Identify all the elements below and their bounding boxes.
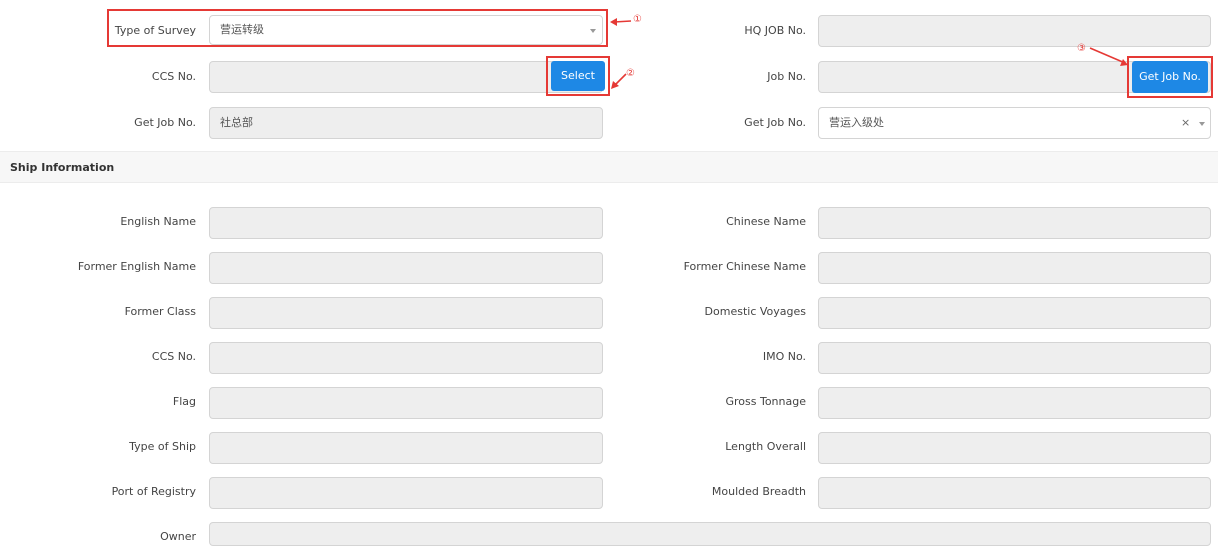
former-chinese-name-field[interactable] [818,252,1211,284]
owner-field[interactable] [209,522,1211,546]
english-name-label: English Name [120,215,196,228]
port-of-registry-label: Port of Registry [111,485,196,498]
chinese-name-label: Chinese Name [726,215,806,228]
get-job-no-left-field[interactable]: 社总部 [209,107,603,139]
domestic-voyages-field[interactable] [818,297,1211,329]
chinese-name-field[interactable] [818,207,1211,239]
annotation-arrows [610,18,1128,89]
get-job-no-right-value: 营运入级处 [829,116,884,129]
section-title: Ship Information [10,161,115,174]
former-english-name-label: Former English Name [77,260,196,273]
former-class-label: Former Class [124,305,196,318]
domestic-voyages-label: Domestic Voyages [704,305,806,318]
gross-tonnage-label: Gross Tonnage [725,395,806,408]
flag-label: Flag [172,395,196,408]
imo-no-label: IMO No. [762,350,806,363]
owner-label: Owner [160,530,196,543]
former-english-name-field[interactable] [209,252,603,284]
english-name-field[interactable] [209,207,603,239]
get-job-no-right-label: Get Job No. [744,116,806,129]
former-chinese-name-label: Former Chinese Name [683,260,806,273]
port-of-registry-field[interactable] [209,477,603,509]
moulded-breadth-label: Moulded Breadth [711,485,806,498]
get-job-no-left-label: Get Job No. [134,116,196,129]
ship-ccs-no-label: CCS No. [151,350,196,363]
ship-ccs-no-field[interactable] [209,342,603,374]
type-of-ship-field[interactable] [209,432,603,464]
imo-no-field[interactable] [818,342,1211,374]
chevron-down-icon [1199,122,1205,126]
length-overall-field[interactable] [818,432,1211,464]
ship-information-header: Ship Information [0,151,1218,183]
length-overall-label: Length Overall [725,440,806,453]
moulded-breadth-field[interactable] [818,477,1211,509]
flag-field[interactable] [209,387,603,419]
gross-tonnage-field[interactable] [818,387,1211,419]
clear-icon[interactable]: × [1181,117,1190,129]
former-class-field[interactable] [209,297,603,329]
type-of-ship-label: Type of Ship [129,440,196,453]
get-job-no-right-select[interactable]: 营运入级处 × [818,107,1211,139]
